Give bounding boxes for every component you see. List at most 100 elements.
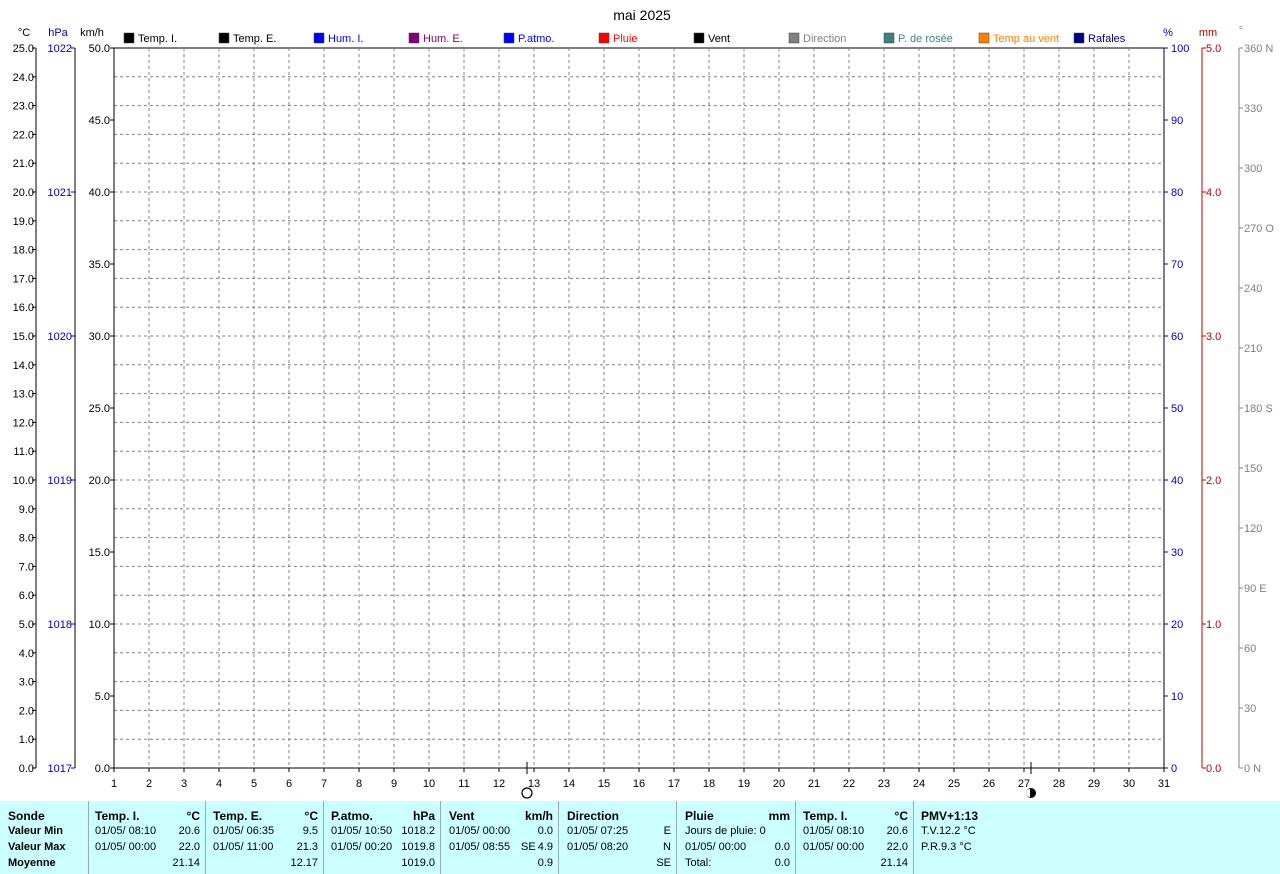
temp-axis-tick-label: 8.0	[19, 533, 34, 545]
temp-axis-tick-label: 10.0	[13, 475, 34, 487]
temp-axis-tick-label: 13.0	[13, 389, 34, 401]
x-tick-label: 17	[668, 778, 680, 790]
patmo-max-date: 01/05/ 00:20	[331, 841, 393, 853]
temp-axis-tick-label: 4.0	[19, 648, 34, 660]
temp-e-min-date: 01/05/ 06:35	[213, 825, 275, 837]
direction-axis-tick-label: 270 O	[1244, 223, 1274, 235]
direction-axis-tick-label: 150	[1244, 463, 1262, 475]
temp-axis-tick-label: 5.0	[19, 619, 34, 631]
rain-axis-tick-label: 2.0	[1206, 475, 1221, 487]
wind-axis-tick-label: 15.0	[89, 547, 110, 559]
temp-axis-tick-label: 12.0	[13, 417, 34, 429]
temp-i2-column: Temp. I. °C 01/05/ 08:10 20.6 01/05/ 00:…	[795, 801, 914, 874]
temp-axis-tick-label: 7.0	[19, 561, 34, 573]
direction-column: Direction 01/05/ 07:25 E 01/05/ 08:20 N …	[558, 801, 677, 874]
wind-axis-tick-label: 35.0	[89, 259, 110, 271]
humidity-axis-tick-label: 20	[1171, 619, 1183, 631]
temp-i-column: Temp. I. °C 01/05/ 08:10 20.6 01/05/ 00:…	[88, 801, 206, 874]
x-tick-label: 10	[423, 778, 435, 790]
pressure-unit-label: hPa	[48, 27, 68, 39]
pressure-axis-tick-label: 1019	[48, 475, 72, 487]
direction-axis-tick-label: 180 S	[1244, 403, 1273, 415]
legend-label: P. de rosée	[898, 33, 953, 45]
x-tick-label: 15	[598, 778, 610, 790]
pluie-unit: mm	[768, 809, 790, 823]
wind-axis-tick-label: 45.0	[89, 115, 110, 127]
direction-axis-tick-label: 90 E	[1244, 583, 1267, 595]
temp-e-min: 9.5	[302, 825, 318, 837]
x-tick-label: 26	[983, 778, 995, 790]
temp-axis-tick-label: 16.0	[13, 302, 34, 314]
pmv-column: PMV+1:13 T.V.12.2 °C P.R.9.3 °C	[913, 801, 1280, 874]
x-tick-label: 14	[563, 778, 575, 790]
sonde-header: Sonde	[8, 809, 45, 823]
patmo-column: P.atmo. hPa 01/05/ 10:50 1018.2 01/05/ 0…	[323, 801, 441, 874]
wind-axis-tick-label: 50.0	[89, 43, 110, 55]
temp-i-unit: °C	[186, 809, 200, 823]
vent-title: Vent	[449, 809, 475, 823]
vent-max-dir: SE	[521, 841, 536, 853]
direction-axis-tick-label: 240	[1244, 283, 1262, 295]
humidity-axis-tick-label: 10	[1171, 691, 1183, 703]
vent-max: 4.9	[537, 841, 553, 853]
x-tick-label: 28	[1053, 778, 1065, 790]
temp-i2-max: 22.0	[886, 841, 908, 853]
humidity-axis-tick-label: 60	[1171, 331, 1183, 343]
max-row-label: Valeur Max	[8, 841, 66, 853]
vent-avg: 0.9	[537, 857, 553, 869]
temp-axis-tick-label: 21.0	[13, 158, 34, 170]
temp-i-min: 20.6	[178, 825, 200, 837]
legend-label: P.atmo.	[518, 33, 555, 45]
pmv-pr: P.R.9.3 °C	[921, 841, 972, 853]
grid	[113, 47, 1165, 769]
direction-axis-tick-label: 60	[1244, 643, 1256, 655]
humidity-axis-tick-label: 100	[1171, 43, 1189, 55]
pmv-tv: T.V.12.2 °C	[921, 825, 976, 837]
temp-e-unit: °C	[304, 809, 318, 823]
x-tick-label: 27	[1018, 778, 1030, 790]
legend-swatch	[788, 32, 800, 44]
x-tick-label: 1	[111, 778, 117, 790]
temp-e-column: Temp. E. °C 01/05/ 06:35 9.5 01/05/ 11:0…	[205, 801, 324, 874]
temp-e-max-date: 01/05/ 11:00	[213, 841, 274, 853]
x-tick-label: 2	[146, 778, 152, 790]
legend: Temp. I. Temp. E. Hum. I. Hum. E. P.atmo. Plu…	[123, 32, 1126, 45]
direction-axis-tick-label: 0 N	[1244, 763, 1261, 775]
temp-axis-tick-label: 0.0	[19, 763, 34, 775]
pressure-axis-tick-label: 1018	[48, 619, 72, 631]
patmo-avg: 1019.0	[401, 857, 435, 869]
full-moon-icon	[521, 787, 533, 799]
legend-swatch	[883, 32, 895, 44]
vent-max-date: 01/05/ 08:55	[449, 841, 511, 853]
temp-e-max: 21.3	[296, 841, 318, 853]
temp-i-avg: 21.14	[172, 857, 200, 869]
direction-unit-label: °	[1239, 25, 1243, 37]
temp-i2-min: 20.6	[886, 825, 908, 837]
x-tick-label: 9	[391, 778, 397, 790]
legend-label: Temp au vent	[993, 33, 1059, 45]
wind-axis-tick-label: 25.0	[89, 403, 110, 415]
wind-unit-label: km/h	[80, 27, 104, 39]
temp-i2-unit: °C	[894, 809, 908, 823]
temp-axis-tick-label: 19.0	[13, 216, 34, 228]
humidity-unit-label: %	[1163, 27, 1173, 39]
pluie-total-label: Total:	[685, 857, 712, 869]
wind-axis-tick-label: 5.0	[95, 691, 110, 703]
pressure-axis-tick-label: 1020	[48, 331, 72, 343]
legend-label: Temp. E.	[233, 33, 276, 45]
legend-swatch	[218, 32, 230, 44]
humidity-axis-tick-label: 0	[1171, 763, 1177, 775]
temp-i2-min-date: 01/05/ 08:10	[803, 825, 865, 837]
temp-axis-tick-label: 3.0	[19, 677, 34, 689]
legend-label: Direction	[803, 33, 846, 45]
vent-column: Vent km/h 01/05/ 00:00 0.0 01/05/ 08:55 …	[440, 801, 559, 874]
pressure-axis-tick-label: 1022	[48, 43, 72, 55]
temp-i2-max-date: 01/05/ 00:00	[803, 841, 865, 853]
x-tick-label: 3	[181, 778, 187, 790]
patmo-min-date: 01/05/ 10:50	[331, 825, 393, 837]
weather-chart: mai 2025 0.0 1.0 2.0 3.0 4.0 5.0 6.0 7.0 8.0 9.0 1…	[13, 7, 1274, 799]
rain-unit-label: mm	[1199, 27, 1217, 39]
x-tick-label: 6	[286, 778, 292, 790]
temp-axis-tick-label: 23.0	[13, 101, 34, 113]
rain-axis-tick-label: 4.0	[1206, 187, 1221, 199]
